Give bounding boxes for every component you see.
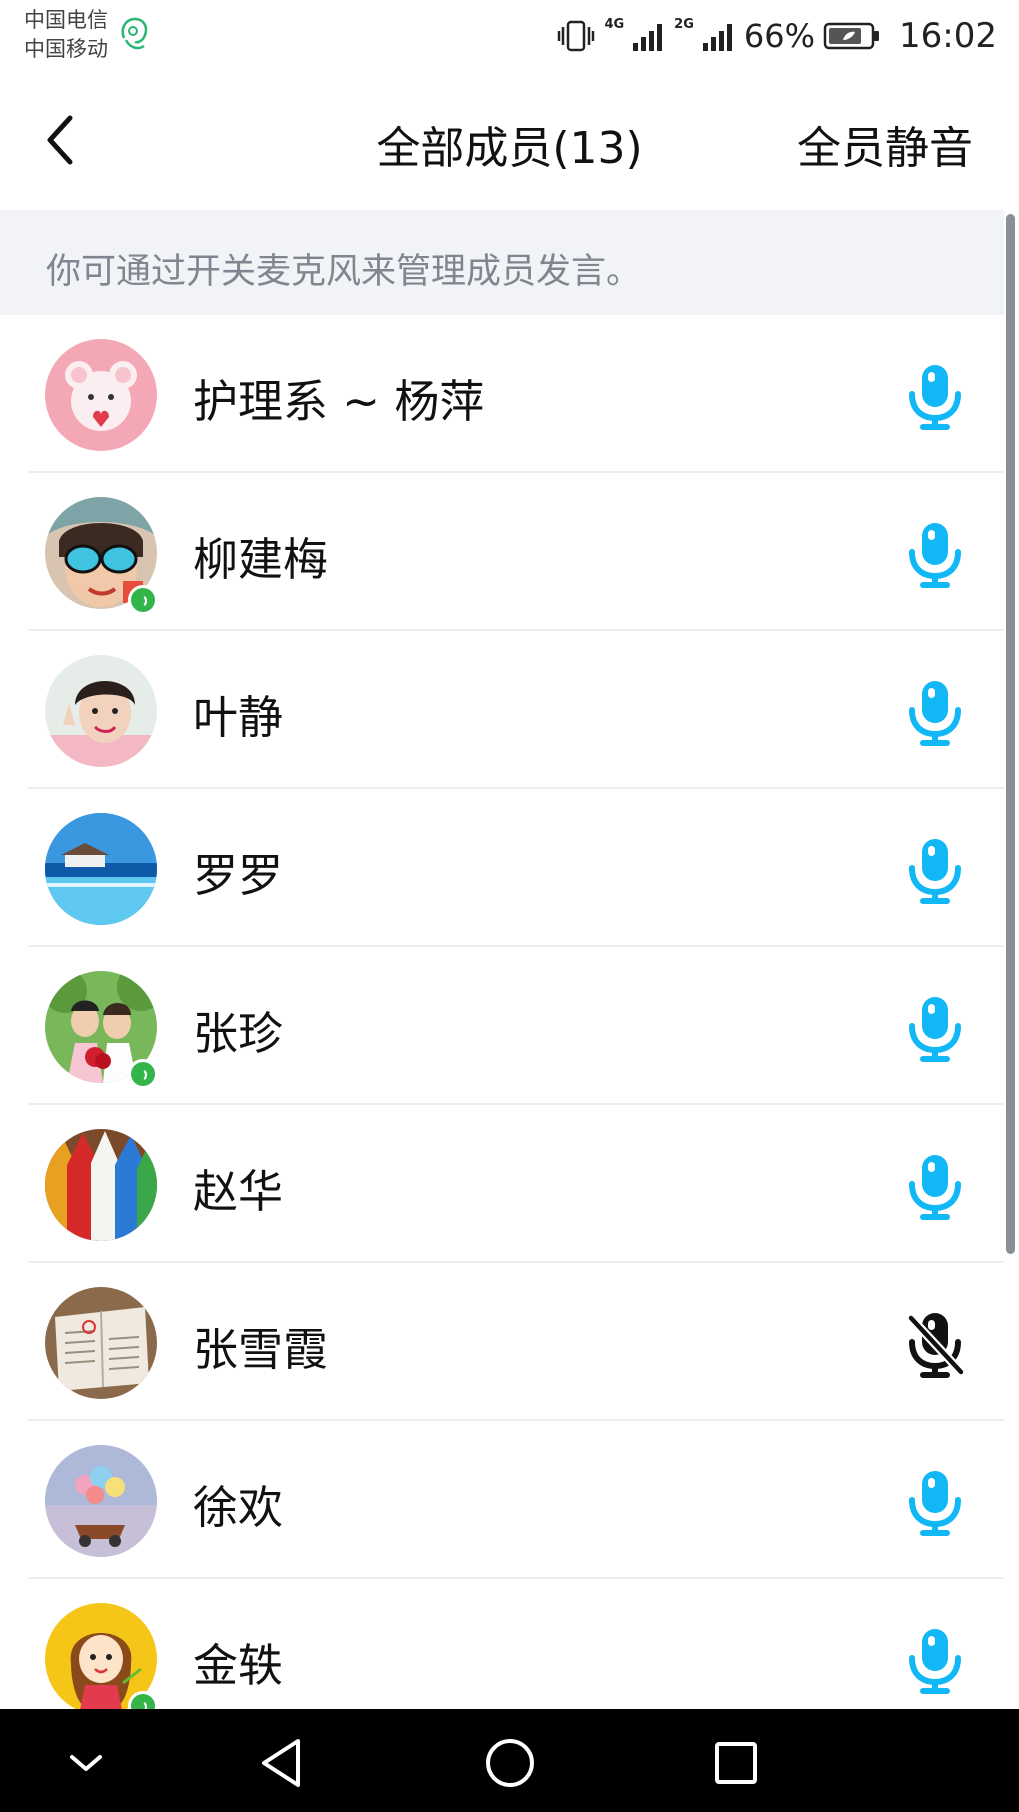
signal-icon	[702, 24, 732, 51]
avatar[interactable]	[45, 1129, 157, 1241]
vibrate-icon	[558, 20, 595, 52]
microphone-icon[interactable]	[905, 1626, 965, 1696]
back-triangle-icon[interactable]	[252, 1733, 312, 1793]
status-bar: 中国电信 中国移动 4G 2G 66% 16:02	[0, 0, 1019, 70]
recents-square-icon[interactable]	[706, 1733, 766, 1793]
member-name: 张珍	[193, 1007, 284, 1060]
member-row[interactable]: 张雪霞	[0, 1263, 1004, 1421]
microphone-icon[interactable]	[905, 520, 965, 590]
page-title: 全部成员(13)	[376, 123, 643, 174]
member-list[interactable]: 护理系 ~ 杨萍 柳建梅 叶静 罗罗 张珍 赵华 张雪霞 徐欢 金轶	[0, 315, 1004, 1709]
microphone-icon[interactable]	[905, 994, 965, 1064]
signal-icon	[633, 24, 663, 51]
carrier-1: 中国电信	[24, 8, 108, 32]
member-name: 护理系 ~ 杨萍	[193, 375, 485, 428]
avatar[interactable]	[45, 339, 157, 451]
battery-icon	[823, 22, 880, 50]
microphone-icon[interactable]	[905, 1468, 965, 1538]
member-name: 张雪霞	[193, 1323, 329, 1376]
member-row[interactable]: 金轶	[0, 1579, 1004, 1709]
member-row[interactable]: 柳建梅	[0, 473, 1004, 631]
member-row[interactable]: 徐欢	[0, 1421, 1004, 1579]
mute-all-button[interactable]: 全员静音	[797, 112, 973, 176]
clock: 16:02	[899, 16, 997, 56]
microphone-muted-icon[interactable]	[905, 1310, 965, 1380]
member-name: 罗罗	[193, 849, 284, 902]
home-circle-icon[interactable]	[480, 1733, 540, 1793]
member-row[interactable]: 罗罗	[0, 789, 1004, 947]
status-indicators: 4G 2G 66% 16:02	[556, 14, 997, 58]
battery-percent: 66%	[743, 17, 816, 55]
member-row[interactable]: 叶静	[0, 631, 1004, 789]
member-row[interactable]: 赵华	[0, 1105, 1004, 1263]
notice-text: 你可通过开关麦克风来管理成员发言。	[46, 252, 642, 292]
member-name: 金轶	[193, 1639, 284, 1692]
member-name: 叶静	[193, 691, 284, 744]
avatar[interactable]	[45, 1287, 157, 1399]
speaking-badge	[128, 1059, 158, 1089]
microphone-icon[interactable]	[905, 362, 965, 432]
speaking-badge	[128, 1691, 158, 1709]
member-name: 徐欢	[193, 1481, 284, 1534]
avatar[interactable]	[45, 813, 157, 925]
member-row[interactable]: 护理系 ~ 杨萍	[0, 315, 1004, 473]
title-bar: 全部成员(13) 全员静音	[0, 70, 1019, 210]
member-name: 赵华	[193, 1165, 284, 1218]
headset-icon	[121, 17, 148, 50]
microphone-icon[interactable]	[905, 836, 965, 906]
system-nav-bar	[0, 1709, 1019, 1812]
carrier-info: 中国电信 中国移动	[24, 6, 108, 64]
microphone-icon[interactable]	[905, 1152, 965, 1222]
avatar[interactable]	[45, 655, 157, 767]
notice-banner: 你可通过开关麦克风来管理成员发言。	[0, 210, 1004, 315]
network-type-1: 4G	[604, 16, 625, 32]
carrier-2: 中国移动	[24, 37, 108, 61]
scrollbar-thumb[interactable]	[1006, 214, 1015, 1254]
avatar[interactable]	[45, 1445, 157, 1557]
collapse-icon[interactable]	[56, 1733, 116, 1793]
member-name: 柳建梅	[193, 533, 329, 586]
network-type-2: 2G	[674, 16, 694, 32]
member-row[interactable]: 张珍	[0, 947, 1004, 1105]
chevron-left-icon[interactable]	[40, 110, 80, 170]
speaking-badge	[128, 585, 158, 615]
microphone-icon[interactable]	[905, 678, 965, 748]
